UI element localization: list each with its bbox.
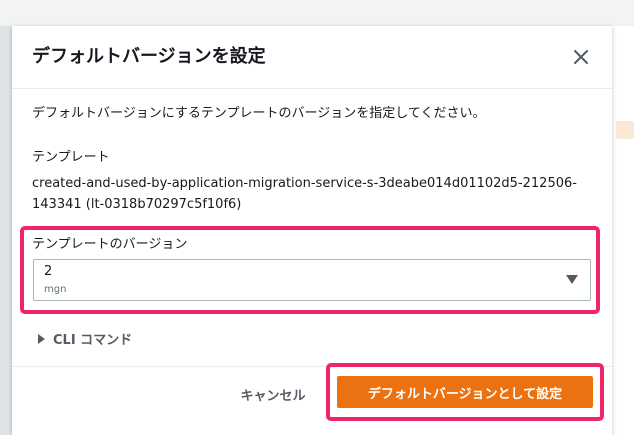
set-default-version-dialog: デフォルトバージョンを設定 デフォルトバージョンにするテンプレートのバージョンを… <box>12 26 612 435</box>
cli-command-toggle[interactable]: CLI コマンド <box>38 329 132 348</box>
version-select-description: mgn <box>44 284 67 295</box>
dialog-title: デフォルトバージョンを設定 <box>32 46 266 67</box>
cli-command-label: CLI コマンド <box>53 333 133 348</box>
dialog-description: デフォルトバージョンにするテンプレートのバージョンを指定してください。 <box>32 106 486 121</box>
set-default-version-button[interactable]: デフォルトバージョンとして設定 <box>337 376 593 408</box>
dialog-header: デフォルトバージョンを設定 <box>12 26 612 89</box>
cancel-button[interactable]: キャンセル <box>228 379 318 409</box>
version-select[interactable]: 2 mgn <box>33 259 591 301</box>
page-right-backdrop <box>612 26 634 435</box>
template-name: created-and-used-by-application-migratio… <box>32 176 577 212</box>
version-select-value: 2 <box>44 264 53 279</box>
background-badge <box>616 121 634 139</box>
caret-down-icon <box>566 275 578 284</box>
page-header-backdrop <box>0 0 634 26</box>
close-button[interactable] <box>568 44 594 70</box>
close-icon <box>574 50 588 64</box>
version-label: テンプレートのバージョン <box>32 237 188 252</box>
caret-right-icon <box>38 333 45 344</box>
template-label: テンプレート <box>32 150 110 165</box>
page-left-backdrop <box>0 26 12 435</box>
